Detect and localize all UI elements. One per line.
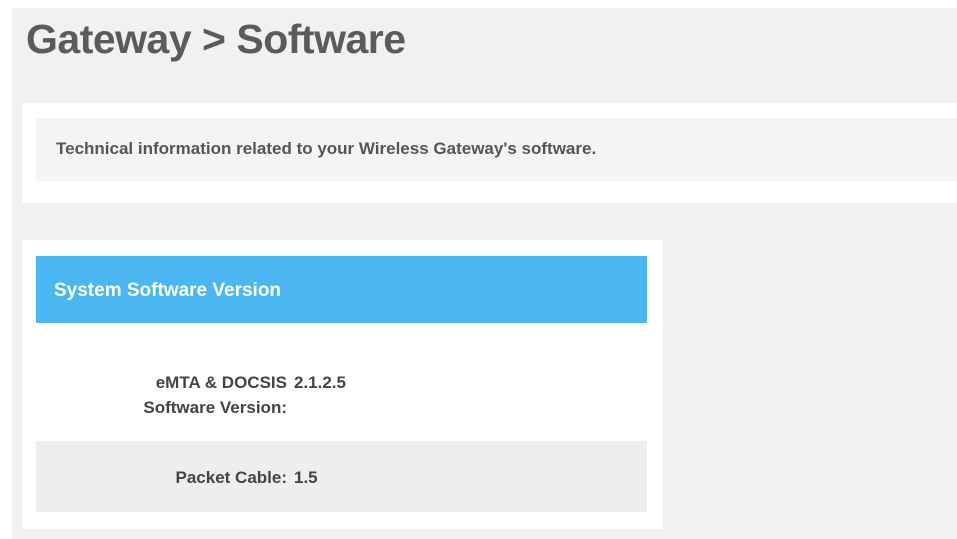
software-version-module: System Software Version eMTA & DOCSIS So… (22, 240, 663, 529)
page: Gateway > Software Technical information… (0, 0, 957, 539)
emta-docsis-label-line2: Software Version: (143, 398, 287, 417)
packet-cable-label-text: Packet Cable: (175, 468, 288, 487)
packet-cable-label: Packet Cable: (176, 465, 288, 490)
page-title: Gateway > Software (26, 16, 406, 62)
packet-cable-value: 1.5 (294, 468, 318, 487)
emta-docsis-label-line1: eMTA & DOCSIS (155, 373, 287, 392)
info-box: Technical information related to your Wi… (36, 118, 957, 181)
module-title: System Software Version (54, 280, 282, 301)
module-header: System Software Version (36, 256, 647, 323)
emta-docsis-label: eMTA & DOCSIS Software Version: (143, 370, 287, 420)
info-text: Technical information related to your Wi… (56, 139, 597, 158)
info-card: Technical information related to your Wi… (22, 103, 957, 203)
form-row-emta-docsis: eMTA & DOCSIS Software Version: 2.1.2.5 (36, 356, 647, 436)
emta-docsis-value: 2.1.2.5 (294, 373, 346, 392)
content-area: Gateway > Software Technical information… (12, 8, 957, 539)
form-row-packet-cable: Packet Cable: 1.5 (36, 441, 647, 512)
